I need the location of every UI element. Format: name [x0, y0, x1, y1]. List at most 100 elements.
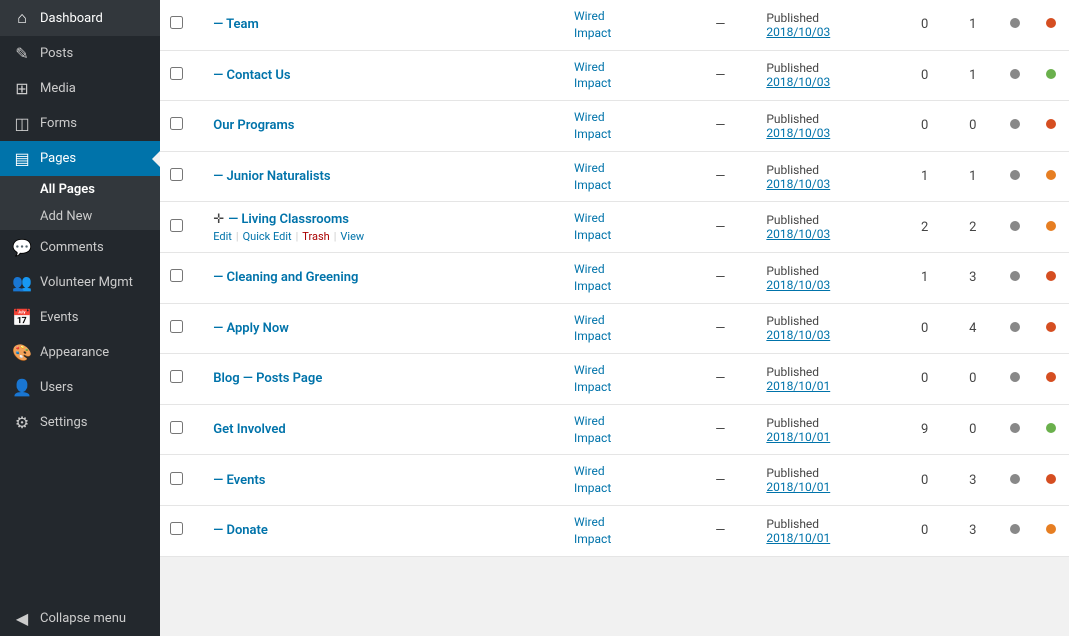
date-cell: Published 2018/10/01 [756, 505, 900, 556]
date-link[interactable]: 2018/10/01 [766, 379, 890, 393]
dot1-indicator [1010, 69, 1020, 79]
dot2-cell [1033, 202, 1069, 253]
date-cell: Published 2018/10/03 [756, 151, 900, 202]
edit-link[interactable]: Edit [213, 230, 232, 243]
view-link[interactable]: View [340, 230, 364, 243]
count1-cell: 2 [901, 202, 949, 253]
date-link[interactable]: 2018/10/03 [766, 25, 890, 39]
sidebar-item-pages[interactable]: ▤ Pages [0, 141, 160, 176]
theme-value: WiredImpact [574, 313, 611, 344]
date-link[interactable]: 2018/10/01 [766, 430, 890, 444]
date-link[interactable]: 2018/10/01 [766, 480, 890, 494]
sidebar-subitem-all-pages[interactable]: All Pages [0, 176, 160, 203]
page-title-link[interactable]: — Cleaning and Greening [213, 270, 358, 285]
theme-value: WiredImpact [574, 110, 611, 141]
users-icon: 👤 [12, 378, 32, 397]
row-checkbox[interactable] [170, 16, 183, 29]
row-checkbox[interactable] [170, 269, 183, 282]
count2-cell: 0 [949, 404, 997, 455]
page-title-link[interactable]: — Events [213, 473, 265, 488]
sidebar-item-volunteer-mgmt[interactable]: 👥 Volunteer Mgmt [0, 265, 160, 300]
theme-value: WiredImpact [574, 262, 611, 293]
checkbox-cell [160, 303, 203, 354]
dot2-cell [1033, 303, 1069, 354]
sidebar-item-label: Comments [40, 240, 104, 255]
sidebar-item-comments[interactable]: 💬 Comments [0, 230, 160, 265]
page-title-link[interactable]: — Contact Us [213, 68, 290, 83]
theme-cell: WiredImpact [564, 252, 684, 303]
count2-cell: 3 [949, 505, 997, 556]
date-link[interactable]: 2018/10/03 [766, 126, 890, 140]
sidebar-item-users[interactable]: 👤 Users [0, 370, 160, 405]
publish-status: Published [766, 365, 890, 379]
page-title-link[interactable]: — Apply Now [213, 321, 289, 336]
row-checkbox[interactable] [170, 67, 183, 80]
publish-status: Published [766, 112, 890, 126]
page-title-link[interactable]: Get Involved [213, 422, 285, 437]
publish-status: Published [766, 264, 890, 278]
checkbox-cell [160, 151, 203, 202]
author-cell: — [684, 50, 756, 101]
sidebar-item-collapse[interactable]: ◀ Collapse menu [0, 601, 160, 636]
sidebar-item-appearance[interactable]: 🎨 Appearance [0, 335, 160, 370]
sidebar-item-posts[interactable]: ✎ Posts [0, 36, 160, 71]
date-link[interactable]: 2018/10/03 [766, 177, 890, 191]
settings-icon: ⚙ [12, 413, 32, 432]
row-checkbox[interactable] [170, 370, 183, 383]
date-link[interactable]: 2018/10/03 [766, 227, 890, 241]
date-value: Published 2018/10/01 [766, 416, 890, 444]
sidebar-item-events[interactable]: 📅 Events [0, 300, 160, 335]
page-title-link[interactable]: — Donate [213, 523, 268, 538]
row-checkbox[interactable] [170, 219, 183, 232]
media-icon: ⊞ [12, 79, 32, 98]
theme-value: WiredImpact [574, 515, 611, 546]
date-link[interactable]: 2018/10/01 [766, 531, 890, 545]
sidebar-item-label: Users [40, 380, 73, 395]
page-title-link[interactable]: — Junior Naturalists [213, 169, 330, 184]
row-checkbox[interactable] [170, 522, 183, 535]
checkbox-cell [160, 202, 203, 253]
author-cell: — [684, 404, 756, 455]
drag-icon: ✛ [213, 212, 224, 227]
page-title-link[interactable]: Blog — Posts Page [213, 371, 322, 386]
title-cell: — Contact Us [203, 50, 564, 101]
title-cell: — Team [203, 0, 564, 50]
count2-cell: 1 [949, 0, 997, 50]
publish-status: Published [766, 213, 890, 227]
theme-cell: WiredImpact [564, 455, 684, 506]
dot1-cell [997, 303, 1033, 354]
row-checkbox[interactable] [170, 320, 183, 333]
table-row: — Cleaning and Greening WiredImpact — Pu… [160, 252, 1069, 303]
date-link[interactable]: 2018/10/03 [766, 278, 890, 292]
date-value: Published 2018/10/01 [766, 365, 890, 393]
dot2-indicator [1046, 69, 1056, 79]
dot2-cell [1033, 151, 1069, 202]
date-link[interactable]: 2018/10/03 [766, 75, 890, 89]
page-title-link[interactable]: — Living Classrooms [228, 212, 349, 227]
date-link[interactable]: 2018/10/03 [766, 328, 890, 342]
count2-cell: 3 [949, 455, 997, 506]
sidebar-item-forms[interactable]: ◫ Forms [0, 106, 160, 141]
sidebar-item-dashboard[interactable]: ⌂ Dashboard [0, 0, 160, 36]
page-title-link[interactable]: Our Programs [213, 118, 294, 133]
sidebar-item-label: Media [40, 81, 76, 96]
row-checkbox[interactable] [170, 168, 183, 181]
date-cell: Published 2018/10/01 [756, 455, 900, 506]
theme-cell: WiredImpact [564, 101, 684, 152]
sidebar-item-media[interactable]: ⊞ Media [0, 71, 160, 106]
page-title-link[interactable]: — Team [213, 17, 259, 32]
sidebar-item-label: Collapse menu [40, 611, 126, 626]
row-checkbox[interactable] [170, 117, 183, 130]
trash-link[interactable]: Trash [302, 230, 329, 243]
row-checkbox[interactable] [170, 472, 183, 485]
sidebar-subitem-add-new[interactable]: Add New [0, 203, 160, 230]
author-cell: — [684, 505, 756, 556]
sidebar-item-settings[interactable]: ⚙ Settings [0, 405, 160, 440]
row-checkbox[interactable] [170, 421, 183, 434]
quick-edit-link[interactable]: Quick Edit [243, 230, 292, 243]
date-value: Published 2018/10/03 [766, 112, 890, 140]
title-cell: — Events [203, 455, 564, 506]
date-value: Published 2018/10/03 [766, 264, 890, 292]
date-value: Published 2018/10/03 [766, 314, 890, 342]
dot2-indicator [1046, 372, 1056, 382]
